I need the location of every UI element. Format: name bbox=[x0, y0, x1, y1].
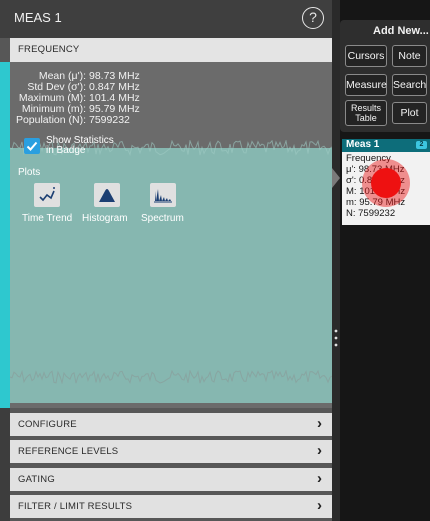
results-table-label-line2: Table bbox=[355, 113, 377, 123]
time-trend-icon bbox=[39, 187, 55, 202]
spectrum-icon bbox=[154, 189, 172, 203]
reference-levels-section[interactable]: REFERENCE LEVELS › bbox=[10, 440, 332, 463]
spectrum-button[interactable] bbox=[150, 183, 176, 207]
spectrum-label: Spectrum bbox=[141, 213, 184, 224]
frequency-section-label: FREQUENCY bbox=[18, 44, 80, 55]
stat-label: Population (N): bbox=[15, 114, 86, 126]
histogram-button[interactable] bbox=[94, 183, 120, 207]
gating-label: GATING bbox=[18, 474, 55, 485]
measure-button[interactable]: Measure bbox=[345, 74, 387, 96]
touch-indicator bbox=[371, 168, 401, 198]
add-new-title: Add New... bbox=[373, 25, 429, 37]
badge-header: Meas 1 2 bbox=[342, 139, 430, 152]
panel-title: MEAS 1 bbox=[14, 10, 62, 25]
chevron-right-icon: › bbox=[317, 497, 322, 514]
checkmark-icon bbox=[26, 141, 38, 151]
filter-limit-results-label: FILTER / LIMIT RESULTS bbox=[18, 501, 133, 512]
channel-color-bar bbox=[0, 62, 10, 408]
panel-pointer-arrow bbox=[332, 168, 340, 188]
drag-dots-icon bbox=[334, 329, 338, 347]
panel-header: MEAS 1 ? bbox=[0, 0, 332, 38]
search-button[interactable]: Search bbox=[392, 74, 427, 96]
plot-button[interactable]: Plot bbox=[392, 102, 427, 124]
chevron-right-icon: › bbox=[317, 470, 322, 487]
stat-value: 7599232 bbox=[89, 114, 130, 126]
badge-name: Meas 1 bbox=[346, 139, 380, 150]
frequency-section-header[interactable]: FREQUENCY bbox=[10, 38, 332, 62]
chevron-right-icon: › bbox=[317, 415, 322, 432]
configure-section[interactable]: CONFIGURE › bbox=[10, 413, 332, 436]
gating-section[interactable]: GATING › bbox=[10, 468, 332, 491]
filter-limit-results-section[interactable]: FILTER / LIMIT RESULTS › bbox=[10, 495, 332, 518]
note-button[interactable]: Note bbox=[392, 45, 427, 67]
show-stats-label: Show Statistics in Badge bbox=[46, 136, 114, 156]
histogram-label: Histogram bbox=[82, 213, 128, 224]
cursors-button[interactable]: Cursors bbox=[345, 45, 387, 67]
help-icon[interactable]: ? bbox=[302, 7, 324, 29]
measurement-panel: MEAS 1 ? FREQUENCY Mean (μ'): 98.73 MHz … bbox=[0, 0, 332, 521]
results-table-button[interactable]: Results Table bbox=[345, 100, 387, 126]
badge-channel-chip: 2 bbox=[416, 141, 427, 149]
histogram-icon bbox=[99, 189, 115, 202]
reference-levels-label: REFERENCE LEVELS bbox=[18, 446, 119, 457]
badge-population: N: 7599232 bbox=[346, 208, 396, 219]
left-strip bbox=[0, 408, 10, 521]
show-stats-label-line2: in Badge bbox=[46, 145, 86, 156]
time-trend-button[interactable] bbox=[34, 183, 60, 207]
configure-label: CONFIGURE bbox=[18, 419, 77, 430]
results-table-label-line1: Results bbox=[350, 103, 381, 113]
waveform-trace bbox=[10, 370, 332, 384]
waveform-noise-bottom bbox=[10, 370, 332, 384]
plots-title: Plots bbox=[18, 167, 41, 178]
show-stats-checkbox[interactable] bbox=[24, 138, 40, 154]
time-trend-label: Time Trend bbox=[22, 213, 73, 224]
panel-resize-handle[interactable] bbox=[332, 0, 340, 521]
chevron-right-icon: › bbox=[317, 442, 322, 459]
